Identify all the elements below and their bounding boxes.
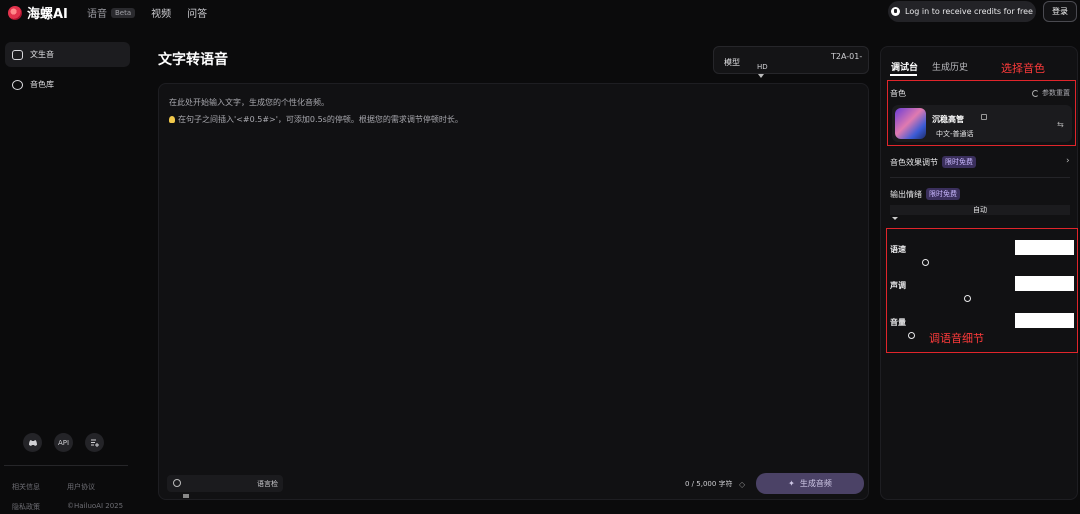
nav-video[interactable]: 视频 [151, 5, 171, 20]
annotation-select-voice: 选择音色 [1001, 62, 1045, 75]
volume-label: 音量 [890, 318, 906, 327]
chevron-right-icon[interactable]: › [1066, 156, 1070, 166]
model-value: T2A-01- [831, 52, 863, 61]
sidebar: 文生音 音色库 API 相关信息 用户协议 隐私政策 ©HailuoAI 202… [0, 36, 138, 514]
sidebar-item-label: 文生音 [30, 50, 54, 59]
model-label: 模型 [724, 58, 740, 67]
voice-language-tag: 中文-普通话 [936, 130, 974, 138]
logo[interactable]: 海螺AI [8, 3, 68, 22]
free-badge: 限时免费 [926, 188, 960, 200]
tab-debug[interactable]: 调试台 [891, 60, 918, 73]
sidebar-item-voice-library[interactable]: 音色库 [5, 72, 130, 97]
voice-name: 沉稳高管 [932, 115, 964, 124]
editor-placeholder-line2: 在句子之间插入'<#0.5#>'，可添加0.5s的停顿。根据您的需求调节停顿时长… [169, 114, 463, 125]
voice-effects-label: 音色效果调节 [890, 157, 938, 167]
api-button[interactable]: API [54, 433, 73, 452]
footer-link-info[interactable]: 相关信息 [12, 482, 67, 492]
emotion-label: 输出情绪 [890, 189, 922, 199]
editor-placeholder-line1: 在此处开始输入文字，生成您的个性化音频。 [169, 98, 329, 107]
beta-badge: Beta [111, 7, 136, 18]
footer-copyright: ©HailuoAI 2025 [67, 502, 124, 510]
tab-underline [890, 74, 917, 76]
reset-label: 参数重置 [1042, 89, 1070, 97]
reset-icon [1032, 89, 1039, 97]
language-label: 语言检 [257, 480, 278, 488]
credits-label: Log in to receive credits for free [905, 7, 1033, 16]
settings-panel: 调试台 生成历史 选择音色 音色 参数重置 沉稳高管 中文-普通话 ⇆ 音色效果… [880, 46, 1078, 500]
language-detect-select[interactable]: 语言检 [167, 475, 283, 492]
eraser-icon[interactable]: ◇ [739, 480, 745, 489]
char-count: 0 / 5,000 字符 [685, 480, 733, 488]
top-nav: 语音 Beta 视频 问答 [87, 5, 207, 20]
app-name: 海螺AI [27, 7, 68, 22]
voice-effects-row[interactable]: 音色效果调节 限时免费 [890, 156, 976, 168]
divider [890, 177, 1070, 178]
pitch-slider-knob[interactable] [963, 295, 971, 302]
coin-icon [891, 7, 901, 16]
sidebar-divider [4, 465, 128, 466]
generate-label: 生成音频 [799, 479, 832, 488]
discord-icon[interactable] [23, 433, 42, 452]
nav-chat[interactable]: 问答 [187, 5, 207, 20]
reset-params-button[interactable]: 参数重置 [1032, 88, 1070, 98]
sidebar-item-text-to-speech[interactable]: 文生音 [5, 42, 130, 67]
model-sub: HD [757, 63, 768, 71]
editor-hint-text: 在句子之间插入'<#0.5#>'，可添加0.5s的停顿。根据您的需求调节停顿时长… [178, 115, 463, 124]
lightbulb-icon [169, 116, 175, 123]
logo-icon [8, 5, 22, 20]
text-to-speech-icon [12, 49, 23, 60]
emotion-select[interactable]: 自动 [890, 205, 1070, 215]
annotation-adjust-details: 调语音细节 [929, 332, 984, 345]
chevron-down-icon [758, 74, 764, 78]
login-credits-button[interactable]: Log in to receive credits for free [888, 1, 1036, 22]
footer-link-terms[interactable]: 用户协议 [67, 482, 137, 492]
text-editor[interactable]: 在此处开始输入文字，生成您的个性化音频。 在句子之间插入'<#0.5#>'，可添… [158, 83, 869, 500]
globe-icon [173, 479, 181, 487]
volume-slider-knob[interactable] [908, 332, 915, 339]
voice-label: 音色 [890, 89, 906, 98]
generate-audio-button[interactable]: ✦ 生成音频 [756, 473, 864, 494]
language-dropdown-indicator [183, 494, 189, 498]
nav-speech[interactable]: 语音 Beta [87, 5, 136, 20]
voice-avatar [895, 108, 926, 139]
footer-link-privacy[interactable]: 隐私政策 [12, 502, 67, 512]
sidebar-bottom-icons: API [23, 433, 104, 452]
model-select[interactable]: 模型 T2A-01- HD [713, 46, 869, 78]
emotion-row: 输出情绪 限时免费 [890, 188, 960, 200]
speed-label: 语速 [890, 245, 906, 254]
pitch-label: 声调 [890, 281, 906, 290]
nav-speech-label: 语音 [87, 9, 107, 20]
speed-input[interactable] [1015, 240, 1074, 255]
volume-input[interactable] [1015, 313, 1074, 328]
tab-history[interactable]: 生成历史 [932, 60, 968, 73]
voice-card[interactable]: 沉稳高管 中文-普通话 ⇆ [892, 105, 1072, 142]
login-button[interactable]: 登录 [1043, 1, 1077, 22]
free-badge: 限时免费 [942, 156, 976, 168]
pitch-input[interactable] [1015, 276, 1074, 291]
copy-icon[interactable] [981, 114, 987, 120]
sidebar-item-label: 音色库 [30, 80, 54, 89]
footer-links: 相关信息 用户协议 隐私政策 ©HailuoAI 2025 [12, 482, 137, 512]
top-bar: 海螺AI 语音 Beta 视频 问答 Log in to receive cre… [0, 0, 1080, 24]
swap-icon[interactable]: ⇆ [1057, 120, 1064, 129]
sparkle-icon: ✦ [788, 479, 795, 488]
page-title: 文字转语音 [158, 52, 228, 68]
feedback-icon[interactable] [85, 433, 104, 452]
voice-library-icon [12, 79, 23, 90]
chevron-down-icon [892, 217, 898, 220]
